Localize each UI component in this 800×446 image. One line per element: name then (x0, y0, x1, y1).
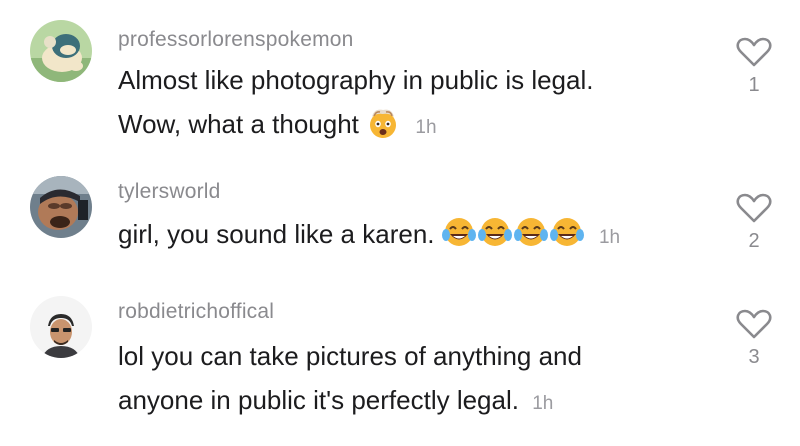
comment-username[interactable]: professorlorenspokemon (118, 28, 354, 52)
comment-text-line: girl, you sound like a karen. 1h (118, 212, 688, 260)
comment-timestamp: 1h (598, 227, 621, 248)
comment-text-fragment: Wow, what a thought (118, 109, 359, 139)
avatar[interactable] (30, 296, 92, 358)
avatar[interactable] (30, 20, 92, 82)
avatar[interactable] (30, 176, 92, 238)
comment-username[interactable]: robdietrichoffical (118, 300, 274, 324)
comment-item: robdietrichoffical lol you can take pict… (0, 290, 800, 446)
comment-list: professorlorenspokemon Almost like photo… (0, 0, 800, 446)
like-button[interactable]: 3 (730, 308, 778, 369)
comment-text: lol you can take pictures of anything an… (118, 334, 688, 426)
like-button[interactable]: 1 (730, 36, 778, 97)
comment-text: Almost like photography in public is leg… (118, 58, 688, 150)
like-count: 2 (748, 230, 760, 252)
comment-text-line: anyone in public it's perfectly legal. 1… (118, 378, 688, 426)
comment-timestamp: 1h (532, 393, 554, 414)
comment-text-line: Almost like photography in public is leg… (118, 65, 594, 95)
comment-text-line: lol you can take pictures of anything an… (118, 341, 582, 371)
like-count: 3 (748, 346, 760, 368)
tears-of-joy-emoji (513, 215, 548, 249)
comment-item: professorlorenspokemon Almost like photo… (0, 0, 800, 150)
comment-username[interactable]: tylersworld (118, 180, 221, 204)
heart-outline-icon[interactable] (736, 308, 772, 340)
comment-text-fragment: anyone in public it's perfectly legal. (118, 385, 519, 415)
tears-of-joy-emoji (441, 215, 476, 249)
heart-outline-icon[interactable] (736, 36, 772, 68)
heart-outline-icon[interactable] (736, 192, 772, 224)
comment-text-line: Wow, what a thought 1h (118, 102, 688, 150)
tears-of-joy-emoji (549, 215, 584, 249)
like-button[interactable]: 2 (730, 192, 778, 253)
exploding-head-emoji (366, 105, 400, 139)
comment-timestamp: 1h (415, 117, 437, 138)
comment-text: girl, you sound like a karen. 1h (118, 212, 688, 260)
like-count: 1 (748, 74, 760, 96)
comment-text-fragment: girl, you sound like a karen. (118, 219, 435, 249)
comment-item: tylersworld girl, you sound like a karen… (0, 150, 800, 290)
tears-of-joy-emoji (477, 215, 512, 249)
